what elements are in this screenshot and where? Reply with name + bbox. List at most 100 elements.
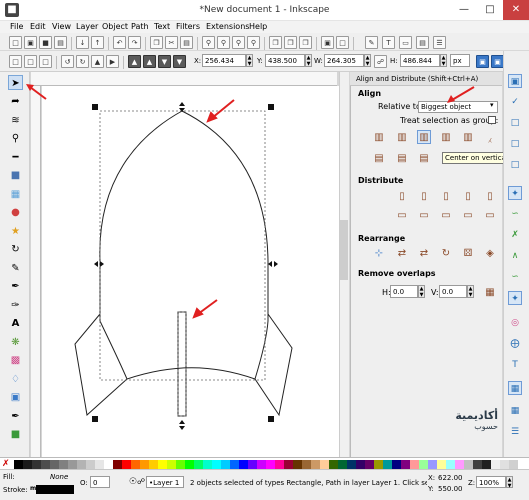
ellipse-tool-icon[interactable]: ● [8, 205, 23, 220]
raise-icon[interactable]: ▲ [143, 55, 156, 68]
tweak-tool-icon[interactable]: ≋ [8, 113, 23, 128]
palette-swatch[interactable] [167, 460, 176, 469]
distribute-right-icon[interactable]: ▯ [439, 189, 453, 203]
palette-swatch[interactable] [113, 460, 122, 469]
clone-icon[interactable]: ❐ [284, 36, 297, 49]
select-all-layers-icon[interactable]: □ [24, 55, 37, 68]
menu-object[interactable]: Object [102, 22, 128, 31]
snap-smooth-nodes-icon[interactable]: ∽ [508, 270, 522, 284]
drawing-canvas[interactable] [42, 86, 339, 457]
snap-nodes-icon[interactable]: ✦ [508, 186, 522, 200]
center-horizontal-axis-icon[interactable]: ▤ [417, 151, 431, 165]
close-button[interactable]: ✕ [503, 0, 529, 20]
center-vertical-axis-icon[interactable]: ▥ [417, 130, 431, 144]
distribute-centers-v-icon[interactable]: ▭ [417, 208, 431, 222]
snap-toggle-icon[interactable]: ▣ [508, 74, 522, 88]
palette-swatch[interactable] [185, 460, 194, 469]
palette-swatch[interactable] [23, 460, 32, 469]
menu-edit[interactable]: Edit [30, 22, 46, 31]
align-distribute-icon[interactable]: ☰ [433, 36, 446, 49]
distribute-gaps-h-icon[interactable]: ▯ [461, 189, 475, 203]
pencil-tool-icon[interactable]: ✎ [8, 261, 23, 276]
menu-extensions[interactable]: Extensions [206, 22, 249, 31]
palette-swatch[interactable] [392, 460, 401, 469]
palette-swatch[interactable] [374, 460, 383, 469]
align-text-baseline-icon[interactable]: ⁁ [483, 130, 497, 144]
rectangle-tool-icon[interactable]: ■ [8, 168, 23, 183]
palette-swatch[interactable] [248, 460, 257, 469]
exchange-positions-icon[interactable]: ⇄ [395, 246, 409, 260]
scrollbar-thumb[interactable] [340, 220, 348, 280]
spray-tool-icon[interactable]: ❋ [8, 335, 23, 350]
exchange-z-order-icon[interactable]: ⇄ [417, 246, 431, 260]
overlap-h-spinner[interactable]: ▲ ▼ [418, 285, 425, 298]
paint-bucket-tool-icon[interactable]: ♢ [8, 372, 23, 387]
palette-swatch[interactable] [311, 460, 320, 469]
raise-to-top-icon[interactable]: ▲ [128, 55, 141, 68]
palette-swatch[interactable] [347, 460, 356, 469]
dropper-tool-icon[interactable]: ✒ [8, 409, 23, 424]
export-icon[interactable]: ↑ [91, 36, 104, 49]
y-spinner[interactable]: ▲ ▼ [305, 54, 312, 67]
rotate-ccw-icon[interactable]: ↺ [61, 55, 74, 68]
x-spinner[interactable]: ▲ ▼ [246, 54, 253, 67]
distribute-baseline-icon[interactable]: ▯ [483, 189, 497, 203]
align-right-to-left-icon[interactable]: ▥ [372, 130, 386, 144]
palette-swatch[interactable] [257, 460, 266, 469]
align-left-edges-icon[interactable]: ▥ [395, 130, 409, 144]
rearrange-graph-icon[interactable]: ⊹ [372, 246, 386, 260]
unclump-icon[interactable]: ◈ [483, 246, 497, 260]
scale-stroke-icon[interactable]: ▣ [476, 55, 489, 68]
palette-swatch[interactable] [194, 460, 203, 469]
menu-path[interactable]: Path [131, 22, 149, 31]
palette-swatch[interactable] [455, 460, 464, 469]
save-icon[interactable]: ■ [39, 36, 52, 49]
undo-icon[interactable]: ↶ [113, 36, 126, 49]
measure-tool-icon[interactable]: ━ [8, 150, 23, 165]
exchange-clockwise-icon[interactable]: ↻ [439, 246, 453, 260]
align-bottom-to-top-icon[interactable]: ▤ [372, 151, 386, 165]
palette-swatch[interactable] [68, 460, 77, 469]
palette-swatch[interactable] [491, 460, 500, 469]
import-icon[interactable]: ↓ [76, 36, 89, 49]
palette-swatch[interactable] [104, 460, 113, 469]
zoom-page-icon[interactable]: ⚲ [232, 36, 245, 49]
text-tool-icon[interactable]: A [8, 316, 23, 331]
palette-swatch[interactable] [320, 460, 329, 469]
menu-help[interactable]: Help [249, 22, 267, 31]
randomize-positions-icon[interactable]: ⚄ [461, 246, 475, 260]
zoom-spinner[interactable]: ▲ ▼ [506, 476, 513, 489]
maximize-button[interactable]: □ [477, 0, 503, 20]
distribute-top-icon[interactable]: ▭ [395, 208, 409, 222]
object-properties-icon[interactable]: ▤ [416, 36, 429, 49]
menu-text[interactable]: Text [154, 22, 170, 31]
eraser-tool-icon[interactable]: ▩ [8, 353, 23, 368]
align-top-edges-icon[interactable]: ▤ [395, 151, 409, 165]
palette-swatch[interactable] [122, 460, 131, 469]
distribute-vbaseline-icon[interactable]: ▭ [483, 208, 497, 222]
palette-swatch[interactable] [176, 460, 185, 469]
xml-editor-icon[interactable]: ▭ [399, 36, 412, 49]
h-input[interactable]: 486.844 [400, 54, 440, 67]
lock-proportions-icon[interactable]: ☍ [374, 55, 387, 68]
star-tool-icon[interactable]: ★ [8, 224, 23, 239]
zoom-tool-icon[interactable]: ⚲ [8, 131, 23, 146]
palette-swatch[interactable] [221, 460, 230, 469]
palette-swatch[interactable] [86, 460, 95, 469]
flip-vertical-icon[interactable]: ▶ [106, 55, 119, 68]
distribute-gaps-v-icon[interactable]: ▭ [461, 208, 475, 222]
palette-swatch[interactable] [212, 460, 221, 469]
snap-bbox-corners-icon[interactable]: □ [508, 137, 522, 151]
palette-swatch[interactable] [140, 460, 149, 469]
overlap-v-input[interactable]: 0.0 [439, 285, 467, 298]
snap-rotation-center-icon[interactable]: ⨁ [508, 337, 522, 351]
palette-swatch[interactable] [302, 460, 311, 469]
menu-filters[interactable]: Filters [176, 22, 200, 31]
snap-centers-icon[interactable]: ◎ [508, 316, 522, 330]
palette-swatch[interactable] [410, 460, 419, 469]
redo-icon[interactable]: ↷ [128, 36, 141, 49]
palette-swatch[interactable] [131, 460, 140, 469]
palette-swatch[interactable] [77, 460, 86, 469]
y-input[interactable]: 438.500 [265, 54, 305, 67]
group-icon[interactable]: ▣ [321, 36, 334, 49]
